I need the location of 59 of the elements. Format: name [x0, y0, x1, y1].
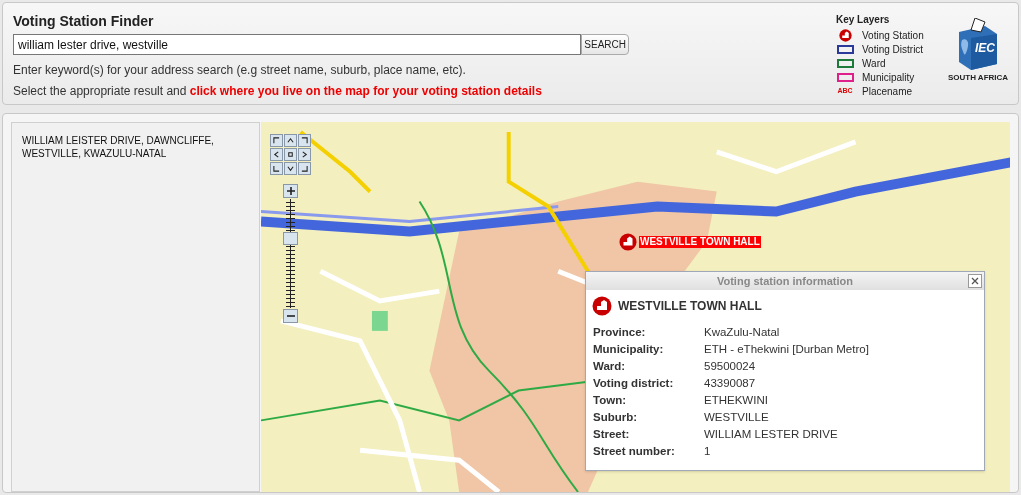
pan-center-icon: [287, 151, 294, 158]
pan-southeast-icon: [301, 165, 308, 172]
layer-label: Municipality: [862, 70, 915, 85]
pan-down-icon: [287, 165, 294, 172]
voting-station-icon: [592, 296, 612, 316]
key-layers-title: Key Layers: [836, 13, 891, 27]
voting-station-icon: [619, 233, 637, 251]
minus-icon: [286, 312, 295, 320]
layer-label: Placename: [862, 84, 913, 99]
field-label: Town:: [593, 393, 627, 408]
station-name: WESTVILLE TOWN HALL: [618, 298, 762, 315]
pan-left-icon: [273, 151, 280, 158]
field-label: Street:: [593, 427, 631, 442]
pan-left-button[interactable]: [270, 148, 283, 161]
field-label: Municipality:: [593, 342, 665, 357]
marker-label: WESTVILLE TOWN HALL: [639, 236, 761, 248]
field-value: 1: [704, 444, 712, 459]
popup-title: Voting station information: [716, 273, 854, 289]
field-value: WILLIAM LESTER DRIVE: [704, 427, 839, 442]
pan-up-button[interactable]: [284, 134, 297, 147]
close-button[interactable]: [968, 274, 982, 288]
search-field[interactable]: william lester drive, westville: [13, 34, 582, 55]
pan-down-button[interactable]: [284, 162, 297, 175]
zoom-out-button[interactable]: [283, 309, 298, 323]
layer-label: Voting Station: [862, 28, 924, 43]
search-button[interactable]: SEARCH: [581, 34, 629, 55]
field-label: Suburb:: [593, 410, 639, 425]
zoom-in-button[interactable]: [283, 184, 298, 198]
instruction-text: Select the appropriate result and click where you live on the map for your voting station details: [13, 83, 543, 100]
field-value: 43390087: [704, 376, 757, 391]
pan-southwest-icon: [273, 165, 280, 172]
field-label: Voting district:: [593, 376, 675, 391]
field-value: KwaZulu-Natal: [704, 325, 781, 340]
field-value: WESTVILLE: [704, 410, 770, 425]
search-hint: Enter keyword(s) for your address search (e.g street name, suburb, place name, etc).: [13, 62, 467, 79]
pan-center-button[interactable]: [284, 148, 297, 161]
pan-northwest-button[interactable]: [270, 134, 283, 147]
pan-southeast-button[interactable]: [298, 162, 311, 175]
field-value: ETH - eThekwini [Durban Metro]: [704, 342, 870, 357]
page-title: Voting Station Finder: [13, 12, 155, 30]
field-label: Province:: [593, 325, 647, 340]
pan-northeast-button[interactable]: [298, 134, 311, 147]
logo-caption: SOUTH AFRICA: [947, 72, 1009, 84]
logo-text: IEC: [975, 42, 995, 54]
layer-label: Voting District: [862, 42, 924, 57]
pan-northwest-icon: [273, 137, 280, 144]
field-value: 59500024: [704, 359, 757, 374]
voting-station-icon: [838, 28, 852, 42]
result-item[interactable]: WILLIAM LEISTER DRIVE, DAWNCLIFFE, WESTVILLE, KWAZULU-NATAL: [22, 134, 249, 160]
plus-icon: [286, 187, 295, 195]
pan-up-icon: [287, 137, 294, 144]
pan-southwest-button[interactable]: [270, 162, 283, 175]
field-label: Street number:: [593, 444, 676, 459]
pan-northeast-icon: [301, 137, 308, 144]
pan-right-button[interactable]: [298, 148, 311, 161]
field-label: Ward:: [593, 359, 627, 374]
field-value: ETHEKWINI: [704, 393, 769, 408]
layer-label: Ward: [862, 56, 886, 71]
pan-right-icon: [301, 151, 308, 158]
